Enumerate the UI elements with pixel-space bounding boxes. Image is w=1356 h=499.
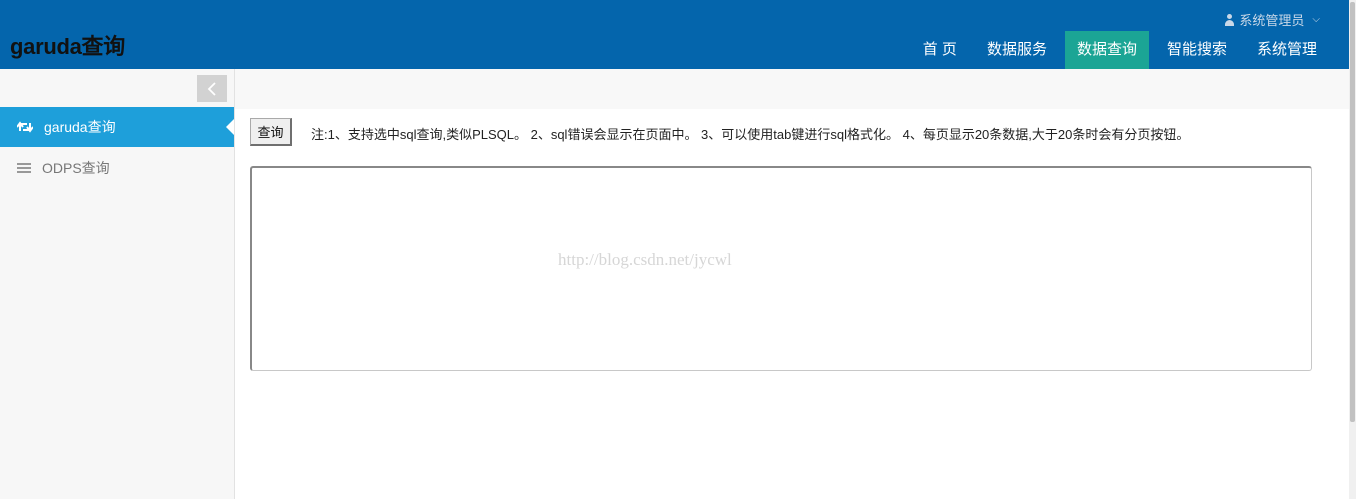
user-name: 系统管理员 [1239, 13, 1305, 28]
page-scrollbar[interactable] [1349, 0, 1356, 499]
sidebar-item-label: garuda查询 [44, 119, 116, 135]
chevron-left-icon [207, 81, 216, 96]
query-button[interactable]: 查询 [250, 118, 292, 146]
sidebar: garuda查询 ODPS查询 [0, 69, 235, 499]
sql-editor[interactable] [250, 166, 1312, 371]
chevron-down-icon: ⌵ [1312, 14, 1320, 25]
sidebar-item-label: ODPS查询 [42, 160, 110, 176]
content-topbar [235, 69, 1349, 109]
nav-home[interactable]: 首 页 [911, 31, 969, 69]
user-menu[interactable]: 系统管理员 ⌵ [1224, 10, 1320, 29]
usage-note: 注:1、支持选中sql查询,类似PLSQL。 2、sql错误会显示在页面中。 3… [311, 127, 1190, 142]
top-header: garuda查询 系统管理员 ⌵ 首 页 数据服务 数据查询 智能搜索 系统管理 [0, 0, 1356, 75]
retweet-icon [17, 121, 33, 133]
sidebar-collapse-button[interactable] [197, 75, 227, 102]
nav-data-service[interactable]: 数据服务 [975, 31, 1059, 69]
nav-smart-search[interactable]: 智能搜索 [1155, 31, 1239, 69]
sidebar-item-odps-query[interactable]: ODPS查询 [0, 148, 234, 188]
nav-data-query[interactable]: 数据查询 [1064, 31, 1149, 75]
sidebar-item-garuda-query[interactable]: garuda查询 [0, 107, 234, 147]
user-icon [1224, 13, 1235, 26]
main-nav: 首 页 数据服务 数据查询 智能搜索 系统管理 [905, 31, 1329, 75]
scrollbar-thumb[interactable] [1350, 2, 1355, 422]
nav-system-manage[interactable]: 系统管理 [1245, 31, 1329, 69]
list-icon [17, 163, 31, 173]
brand-title: garuda查询 [10, 34, 125, 59]
